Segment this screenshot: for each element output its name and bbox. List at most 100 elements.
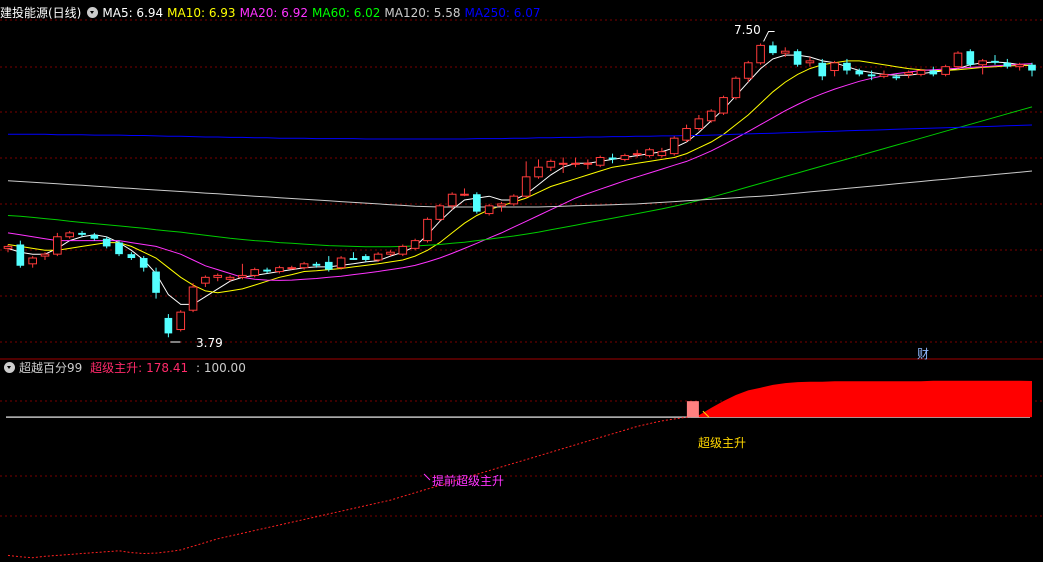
finance-badge[interactable]: 财 <box>917 345 929 362</box>
signal-marker <box>686 401 699 418</box>
candle-body <box>769 45 777 54</box>
candle-body <box>694 118 704 130</box>
candle-body <box>509 195 519 205</box>
candle-body <box>287 267 297 270</box>
candle-body <box>90 234 99 239</box>
candle-body <box>682 128 691 141</box>
candle-body <box>40 253 50 257</box>
candle-body <box>16 244 25 266</box>
candle-body <box>225 276 235 280</box>
candle-body <box>571 162 580 165</box>
candle-body <box>152 271 160 293</box>
candle-body <box>632 153 642 156</box>
candle-body <box>818 62 827 77</box>
candle-body <box>879 73 889 77</box>
candle-body <box>953 52 963 68</box>
candle-body <box>595 157 605 166</box>
candle-body <box>164 317 173 334</box>
candle-body <box>645 149 654 157</box>
candle-body <box>657 151 667 157</box>
candle-body <box>855 70 864 75</box>
candle-body <box>719 97 728 114</box>
early-super-rise-annotation: 提前超级主升 <box>432 474 505 488</box>
candle-body <box>410 240 420 249</box>
candle-body <box>583 162 593 165</box>
candle-body <box>892 76 901 79</box>
candle-body <box>978 60 987 66</box>
indicator-dotted-line <box>7 414 699 559</box>
super-rise-annotation: 超级主升 <box>698 436 747 450</box>
candle-body <box>991 60 999 63</box>
candle-body <box>966 51 975 65</box>
candle-body <box>201 276 210 284</box>
chart-canvas[interactable] <box>0 0 1043 562</box>
candle-body <box>447 193 457 207</box>
candle-body <box>558 162 568 165</box>
candle-body <box>843 62 851 71</box>
candle-body <box>793 51 802 65</box>
candle-body <box>213 274 223 278</box>
ma-line-ma250 <box>8 124 1033 140</box>
high-price-mark: 7.50 <box>734 23 761 37</box>
candle-body <box>65 232 75 238</box>
early-super-rise-arrow <box>423 473 431 481</box>
candle-body <box>916 70 926 75</box>
candle-body <box>780 50 790 54</box>
candle-body <box>28 257 37 265</box>
candle-body <box>188 286 198 311</box>
candle-body <box>3 245 13 249</box>
candle-body <box>904 71 913 75</box>
candle-body <box>1028 64 1036 71</box>
candle-body <box>336 257 346 269</box>
candle-body <box>238 274 247 278</box>
candle-body <box>941 66 950 75</box>
ma-line-ma20 <box>7 63 1033 281</box>
candle-body <box>1003 62 1012 67</box>
candle-body <box>250 269 260 276</box>
candle-body <box>115 242 123 255</box>
candle-body <box>398 245 408 255</box>
candle-body <box>139 258 148 268</box>
candle-body <box>176 311 186 331</box>
candle-body <box>805 60 815 64</box>
candle-body <box>472 194 481 212</box>
candle-body <box>53 236 62 255</box>
candle-body <box>669 137 679 155</box>
candle-body <box>127 254 136 259</box>
candle-body <box>534 166 543 178</box>
candle-body <box>312 263 321 266</box>
candle-body <box>484 205 494 215</box>
candle-body <box>929 70 938 75</box>
candle-body <box>299 263 309 269</box>
ma-line-ma5 <box>7 54 1033 305</box>
candle-body <box>620 155 630 160</box>
candle-body <box>423 218 432 242</box>
ma-line-ma120 <box>7 170 1033 208</box>
high-price-value: 7.50 <box>734 23 761 37</box>
candle-body <box>460 193 469 196</box>
candle-body <box>830 62 839 72</box>
candle-body <box>731 77 741 99</box>
candle-body <box>324 261 333 270</box>
candle-body <box>608 157 617 160</box>
candle-body <box>275 267 284 273</box>
indicator-fill-area <box>698 380 1032 418</box>
candle-body <box>867 74 876 77</box>
candle-body <box>497 203 506 207</box>
candle-body <box>263 269 271 272</box>
candle-body <box>521 176 531 197</box>
candle-body <box>743 62 753 79</box>
candle-body <box>435 205 445 220</box>
candle-body <box>546 160 556 168</box>
ma-line-ma60 <box>7 106 1033 248</box>
candle-body <box>1015 64 1024 68</box>
candle-body <box>706 110 716 122</box>
candle-body <box>756 44 765 64</box>
high-mark-arrow <box>763 30 775 42</box>
low-price-mark: 3.79 <box>196 336 223 350</box>
candle-body <box>78 232 86 235</box>
candle-body <box>373 253 383 261</box>
low-price-value: 3.79 <box>196 336 223 350</box>
candle-body <box>361 256 370 260</box>
candle-body <box>349 258 358 260</box>
